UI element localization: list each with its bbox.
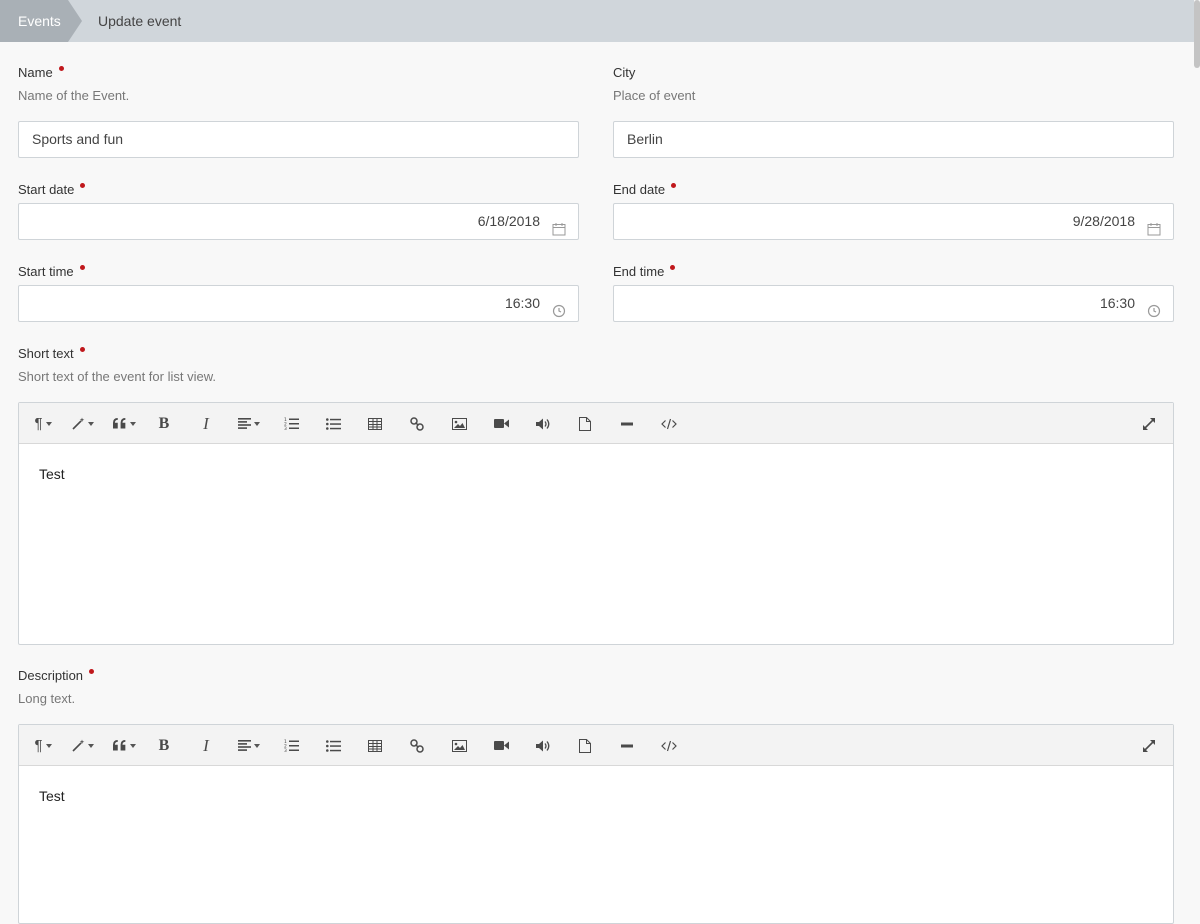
quote-icon[interactable] — [109, 725, 139, 766]
paragraph-icon[interactable]: ¶ — [29, 403, 57, 444]
table-icon[interactable] — [363, 725, 387, 766]
italic-glyph: I — [203, 735, 209, 755]
calendar-icon[interactable] — [1147, 214, 1161, 236]
required-indicator — [79, 347, 85, 352]
video-icon[interactable] — [489, 725, 513, 766]
horizontal-rule-icon[interactable] — [615, 403, 639, 444]
name-help: Name of the Event. — [18, 88, 130, 103]
code-icon[interactable] — [657, 725, 681, 766]
bold-icon[interactable]: B — [153, 725, 175, 766]
audio-icon[interactable] — [531, 725, 555, 766]
ordered-list-icon[interactable]: 123 — [279, 403, 303, 444]
required-indicator — [58, 66, 64, 71]
calendar-icon[interactable] — [552, 214, 566, 236]
italic-icon[interactable]: I — [195, 725, 217, 766]
align-icon[interactable] — [233, 725, 265, 766]
code-icon[interactable] — [657, 403, 681, 444]
link-icon[interactable] — [405, 725, 429, 766]
page-scrollbar[interactable] — [1194, 0, 1200, 68]
italic-glyph: I — [203, 413, 209, 433]
start-date-label: Start date — [18, 182, 86, 197]
breadcrumb: Events Update event — [0, 0, 1194, 42]
bold-glyph: B — [158, 414, 170, 432]
name-input[interactable]: Sports and fun — [18, 121, 579, 158]
short-text-label: Short text — [18, 346, 85, 361]
horizontal-rule-icon[interactable] — [615, 725, 639, 766]
description-editor: ¶ B I 123 Test — [18, 724, 1174, 924]
start-time-label: Start time — [18, 264, 85, 279]
clock-icon[interactable] — [552, 296, 566, 318]
required-indicator — [670, 265, 676, 270]
paragraph-icon[interactable]: ¶ — [29, 725, 57, 766]
end-date-value: 9/28/2018 — [1072, 213, 1135, 229]
end-date-label: End date — [613, 182, 677, 197]
required-indicator — [80, 183, 86, 188]
audio-icon[interactable] — [531, 403, 555, 444]
city-label: City — [613, 65, 636, 80]
required-indicator — [79, 265, 85, 270]
svg-text:3: 3 — [284, 426, 287, 430]
breadcrumb-events-link[interactable]: Events — [0, 0, 82, 42]
short-text-help: Short text of the event for list view. — [18, 369, 216, 384]
description-help: Long text. — [18, 691, 76, 706]
align-icon[interactable] — [233, 403, 265, 444]
required-indicator — [89, 669, 95, 674]
unordered-list-icon[interactable] — [321, 725, 345, 766]
start-date-input[interactable]: 6/18/2018 — [18, 203, 579, 240]
city-help: Place of event — [613, 88, 696, 103]
end-date-input[interactable]: 9/28/2018 — [613, 203, 1174, 240]
description-content[interactable]: Test — [19, 766, 1173, 826]
magic-wand-icon[interactable] — [69, 403, 97, 444]
image-icon[interactable] — [447, 725, 471, 766]
name-label: Name — [18, 65, 64, 80]
required-indicator — [671, 183, 677, 188]
short-text-editor: ¶ B I 123 Test — [18, 402, 1174, 645]
fullscreen-icon[interactable] — [1137, 725, 1161, 766]
quote-icon[interactable] — [109, 403, 139, 444]
table-icon[interactable] — [363, 403, 387, 444]
ordered-list-icon[interactable]: 123 — [279, 725, 303, 766]
end-time-value: 16:30 — [1099, 295, 1135, 311]
svg-text:3: 3 — [284, 748, 287, 752]
breadcrumb-current: Update event — [98, 13, 182, 29]
file-icon[interactable] — [573, 725, 597, 766]
unordered-list-icon[interactable] — [321, 403, 345, 444]
video-icon[interactable] — [489, 403, 513, 444]
clock-icon[interactable] — [1147, 296, 1161, 318]
editor-toolbar: ¶ B I 123 — [19, 403, 1173, 444]
paragraph-glyph: ¶ — [34, 415, 43, 432]
file-icon[interactable] — [573, 403, 597, 444]
bold-glyph: B — [158, 736, 170, 754]
bold-icon[interactable]: B — [153, 403, 175, 444]
start-date-value: 6/18/2018 — [477, 213, 540, 229]
end-time-label: End time — [613, 264, 676, 279]
magic-wand-icon[interactable] — [69, 725, 97, 766]
link-icon[interactable] — [405, 403, 429, 444]
paragraph-glyph: ¶ — [34, 737, 43, 754]
description-label: Description — [18, 668, 95, 683]
end-time-input[interactable]: 16:30 — [613, 285, 1174, 322]
start-time-input[interactable]: 16:30 — [18, 285, 579, 322]
start-time-value: 16:30 — [504, 295, 540, 311]
fullscreen-icon[interactable] — [1137, 403, 1161, 444]
italic-icon[interactable]: I — [195, 403, 217, 444]
editor-toolbar: ¶ B I 123 — [19, 725, 1173, 766]
image-icon[interactable] — [447, 403, 471, 444]
city-input[interactable]: Berlin — [613, 121, 1174, 158]
short-text-content[interactable]: Test — [19, 444, 1173, 504]
